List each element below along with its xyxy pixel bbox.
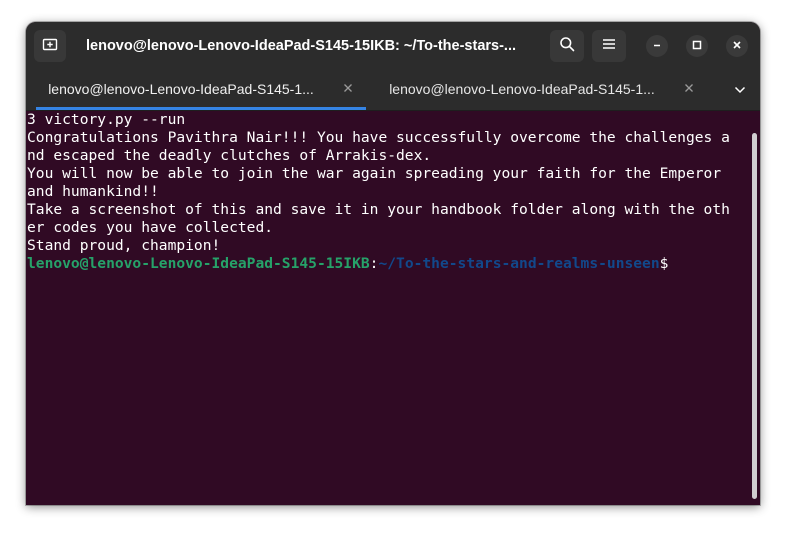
tab-list-menu-button[interactable] [726, 76, 754, 104]
window-title: lenovo@lenovo-Lenovo-IdeaPad-S145-15IKB:… [86, 38, 517, 54]
tab-bar: lenovo@lenovo-Lenovo-IdeaPad-S145-1... l… [26, 70, 760, 111]
scrollbar[interactable] [752, 133, 757, 499]
menu-button[interactable] [592, 30, 626, 62]
terminal-output[interactable]: 3 victory.py --run Congratulations Pavit… [26, 111, 749, 505]
search-icon [559, 36, 575, 57]
prompt-user-host: lenovo@lenovo-Lenovo-IdeaPad-S145-15IKB [27, 255, 370, 272]
new-tab-button[interactable] [34, 30, 66, 62]
search-button[interactable] [550, 30, 584, 62]
terminal-line: Stand proud, champion! [27, 237, 221, 254]
active-tab-indicator [36, 107, 366, 110]
terminal-line: Congratulations Pavithra Nair!!! You hav… [27, 129, 730, 146]
close-icon [684, 80, 694, 98]
terminal-line: Take a screenshot of this and save it in… [27, 201, 730, 218]
close-window-button[interactable] [726, 35, 748, 57]
terminal-line: er codes you have collected. [27, 219, 274, 236]
tab-close-button[interactable] [679, 79, 699, 99]
hamburger-menu-icon [602, 37, 616, 55]
tab-2[interactable]: lenovo@lenovo-Lenovo-IdeaPad-S145-1... [377, 70, 707, 110]
terminal-line: 3 victory.py --run [27, 111, 186, 128]
tab-label: lenovo@lenovo-Lenovo-IdeaPad-S145-1... [389, 81, 655, 97]
terminal-line: You will now be able to join the war aga… [27, 165, 722, 182]
tab-label: lenovo@lenovo-Lenovo-IdeaPad-S145-1... [48, 81, 314, 97]
maximize-icon [692, 37, 702, 55]
tab-1[interactable]: lenovo@lenovo-Lenovo-IdeaPad-S145-1... [36, 70, 366, 110]
close-icon [343, 80, 353, 98]
prompt-symbol: $ [659, 255, 669, 272]
minimize-button[interactable] [646, 35, 668, 57]
terminal-window: lenovo@lenovo-Lenovo-IdeaPad-S145-15IKB:… [26, 22, 760, 505]
chevron-down-icon [734, 81, 746, 99]
titlebar: lenovo@lenovo-Lenovo-IdeaPad-S145-15IKB:… [26, 22, 760, 70]
terminal-line: and humankind!! [27, 183, 159, 200]
shell-prompt: lenovo@lenovo-Lenovo-IdeaPad-S145-15IKB:… [27, 255, 749, 273]
minimize-icon [652, 37, 662, 55]
terminal-line: nd escaped the deadly clutches of Arraki… [27, 147, 432, 164]
maximize-button[interactable] [686, 35, 708, 57]
close-icon [732, 37, 742, 55]
new-tab-icon [42, 36, 58, 57]
tab-close-button[interactable] [338, 79, 358, 99]
prompt-path: ~/To-the-stars-and-realms-unseen [378, 255, 660, 272]
